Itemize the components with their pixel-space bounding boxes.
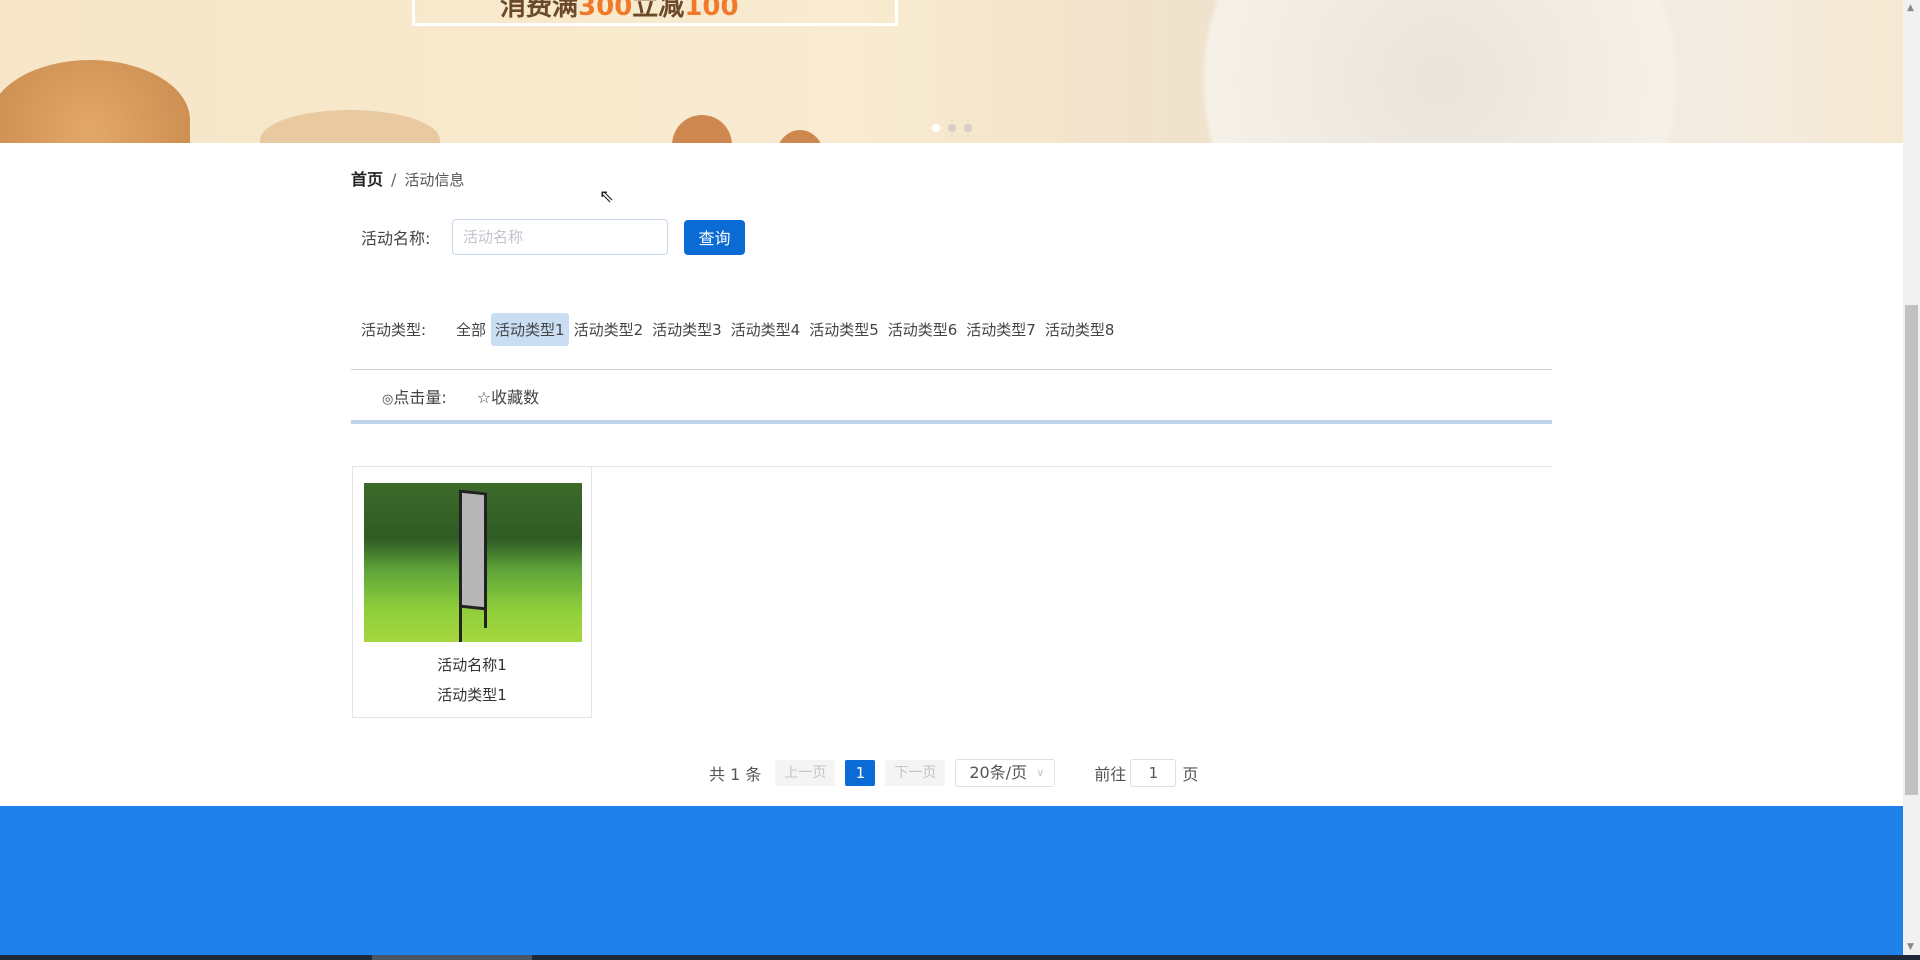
prev-page-button[interactable]: 上一页 bbox=[775, 760, 836, 786]
banner-carousel[interactable]: 消费满300立减100 bbox=[0, 0, 1904, 143]
star-icon: ☆ bbox=[476, 388, 492, 407]
carousel-dot-2[interactable] bbox=[948, 124, 956, 132]
type-filter-label: 活动类型: bbox=[361, 321, 427, 339]
carousel-dot-1[interactable] bbox=[932, 124, 940, 132]
activity-card[interactable]: 活动名称1 活动类型1 bbox=[352, 466, 592, 718]
goto-label: 前往 bbox=[1094, 765, 1127, 784]
divider-accent bbox=[351, 420, 1552, 424]
type-all[interactable]: 全部 bbox=[452, 313, 490, 346]
eye-icon: ◎ bbox=[382, 392, 394, 407]
footer bbox=[0, 806, 1904, 955]
dog-image bbox=[0, 60, 190, 143]
carousel-indicators bbox=[932, 124, 972, 132]
breadcrumb-current: 活动信息 bbox=[404, 171, 465, 189]
sort-clicks-label: 点击量: bbox=[393, 388, 447, 407]
type-7[interactable]: 活动类型7 bbox=[962, 313, 1040, 346]
type-1[interactable]: 活动类型1 bbox=[491, 313, 569, 346]
page-size-select[interactable]: 20条/页 ∨ bbox=[955, 759, 1056, 787]
taskbar bbox=[0, 955, 1920, 960]
type-4[interactable]: 活动类型4 bbox=[727, 313, 805, 346]
search-form: 活动名称: 查询 bbox=[361, 219, 745, 255]
toy-image bbox=[775, 130, 825, 143]
cat-image bbox=[260, 110, 440, 143]
toy-image bbox=[672, 115, 732, 143]
type-6[interactable]: 活动类型6 bbox=[884, 313, 962, 346]
goto-suffix: 页 bbox=[1182, 765, 1199, 784]
page-1-button[interactable]: 1 bbox=[845, 760, 876, 786]
taskbar-item[interactable] bbox=[372, 955, 532, 960]
breadcrumb: 首页 / 活动信息 bbox=[351, 166, 464, 190]
promo-discount: 100 bbox=[684, 0, 739, 22]
sort-favorites-label: 收藏数 bbox=[491, 388, 540, 407]
promo-mid: 立减 bbox=[632, 0, 685, 22]
breadcrumb-separator: / bbox=[391, 170, 397, 189]
scrollbar[interactable]: ▲ ▼ bbox=[1903, 0, 1920, 955]
chevron-down-icon: ∨ bbox=[1036, 766, 1045, 779]
carousel-dot-3[interactable] bbox=[964, 124, 972, 132]
white-dog-image bbox=[1130, 0, 1750, 143]
activity-name-input[interactable] bbox=[452, 219, 668, 255]
activity-type: 活动类型1 bbox=[437, 686, 507, 704]
type-2[interactable]: 活动类型2 bbox=[570, 313, 648, 346]
next-page-button[interactable]: 下一页 bbox=[885, 760, 946, 786]
type-5[interactable]: 活动类型5 bbox=[805, 313, 883, 346]
divider bbox=[351, 369, 1552, 370]
search-label: 活动名称: bbox=[361, 229, 431, 248]
activity-image bbox=[364, 483, 582, 642]
sort-favorites[interactable]: ☆收藏数 bbox=[477, 384, 539, 408]
promo-prefix: 消费满 bbox=[500, 0, 579, 22]
sort-bar: ◎点击量: ☆收藏数 bbox=[382, 384, 539, 408]
scroll-down-icon[interactable]: ▼ bbox=[1907, 942, 1914, 952]
promo-amount: 300 bbox=[578, 0, 633, 22]
type-3[interactable]: 活动类型3 bbox=[648, 313, 726, 346]
type-filter: 活动类型: 全部 活动类型1 活动类型2 活动类型3 活动类型4 活动类型5 活… bbox=[361, 313, 1119, 346]
goto-page-input[interactable] bbox=[1130, 759, 1177, 787]
mouse-cursor-icon: ⇖ bbox=[599, 186, 615, 207]
search-button[interactable]: 查询 bbox=[684, 219, 745, 255]
type-8[interactable]: 活动类型8 bbox=[1041, 313, 1119, 346]
scrollbar-thumb[interactable] bbox=[1905, 305, 1918, 795]
breadcrumb-home[interactable]: 首页 bbox=[351, 170, 383, 189]
pagination: 共 1 条 上一页 1 下一页 20条/页 ∨ 前往 页 bbox=[709, 759, 1198, 787]
page-size-value: 20条/页 bbox=[969, 763, 1028, 782]
sort-clicks[interactable]: ◎点击量: bbox=[382, 384, 447, 408]
activity-name: 活动名称1 bbox=[437, 656, 507, 674]
scroll-up-icon[interactable]: ▲ bbox=[1907, 3, 1914, 13]
total-count: 共 1 条 bbox=[709, 765, 762, 784]
promo-text: 消费满300立减100 bbox=[500, 0, 739, 23]
